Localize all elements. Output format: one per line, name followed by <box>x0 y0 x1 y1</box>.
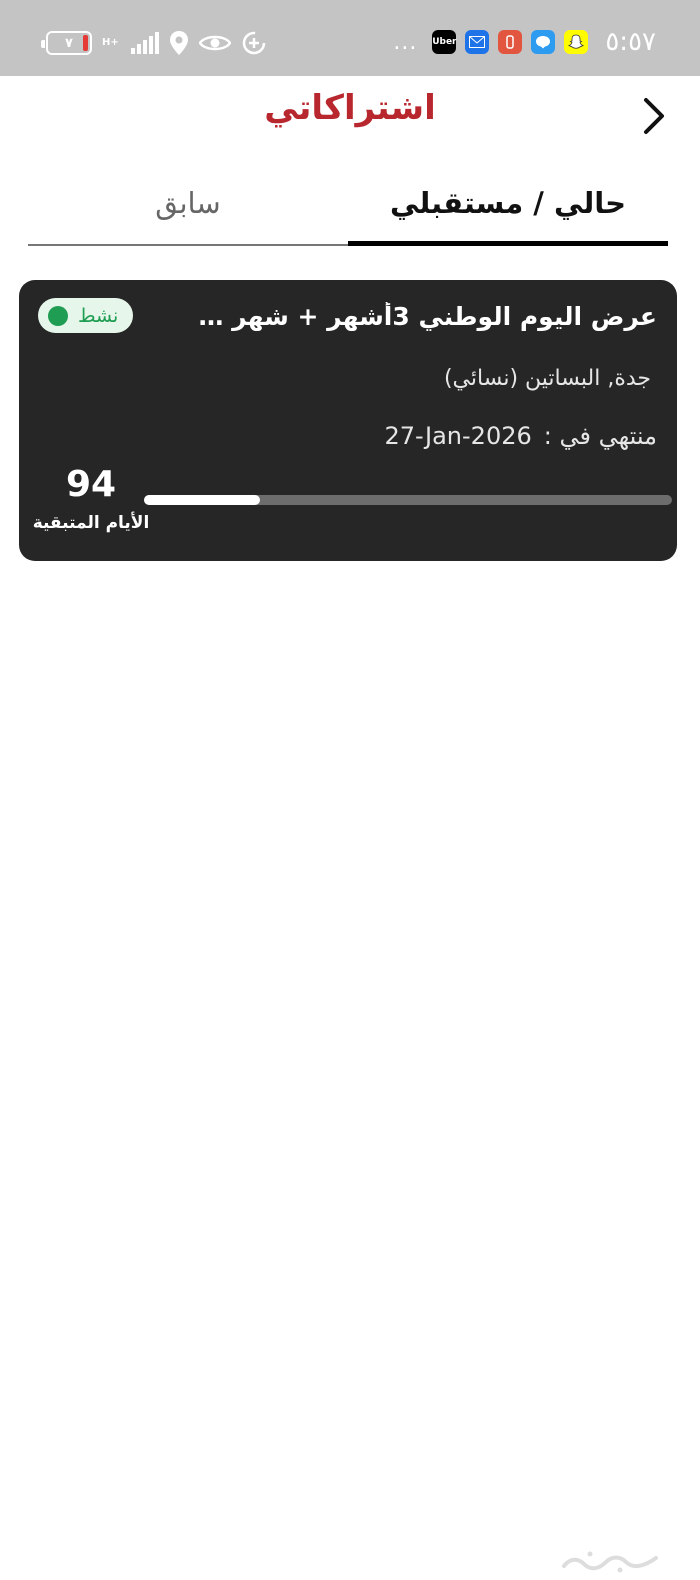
expiry-date: 27-Jan-2026 <box>384 422 532 450</box>
subscription-tabs: حالي / مستقبلي سابق <box>28 160 668 246</box>
days-remaining-label: الأيام المتبقية <box>32 513 150 533</box>
battery-icon: ٧ <box>41 31 92 55</box>
clock: ٥:٥٧ <box>605 27 656 57</box>
subscription-location: جدة, البساتين (نسائي) <box>443 366 651 391</box>
tab-current-future[interactable]: حالي / مستقبلي <box>348 160 668 246</box>
remaining-progress-bar <box>144 495 672 505</box>
tab-previous[interactable]: سابق <box>28 160 348 246</box>
subscription-title: عرض اليوم الوطني 3أشهر + شهر م... <box>197 302 657 331</box>
subscription-card[interactable]: عرض اليوم الوطني 3أشهر + شهر م... نشط جد… <box>19 280 677 561</box>
location-icon <box>169 31 188 55</box>
chevron-right-icon <box>644 98 664 134</box>
remaining-progress-fill <box>144 495 261 505</box>
page-title: اشتراكاتي <box>264 88 436 128</box>
notification-icon <box>498 30 523 54</box>
messages-icon <box>531 30 556 54</box>
days-remaining-count: 94 <box>65 464 117 505</box>
uber-icon: Uber <box>432 30 457 54</box>
expiry-row: منتهي في : 27-Jan-2026 <box>384 422 657 450</box>
signal-icon <box>130 32 159 54</box>
tab-label: حالي / مستقبلي <box>390 186 626 220</box>
tab-divider <box>28 244 348 246</box>
mail-icon <box>465 30 490 54</box>
status-label: نشط <box>78 304 119 327</box>
page-header: اشتراكاتي <box>0 76 700 156</box>
tab-label: سابق <box>155 186 221 220</box>
status-right-icons: ... Uber ٥:٥٧ <box>393 26 656 58</box>
status-badge: نشط <box>38 298 133 333</box>
battery-level: ٧ <box>65 35 73 51</box>
data-saver-icon <box>242 31 265 55</box>
expiry-label: منتهي في : <box>543 422 657 450</box>
snapchat-icon <box>564 30 589 54</box>
status-bar: ٧ H+ ... Uber ٥:٥٧ <box>0 0 700 76</box>
back-button[interactable] <box>638 96 668 136</box>
haraj-watermark-logo <box>562 1551 658 1573</box>
eye-icon <box>198 35 231 51</box>
active-tab-indicator <box>348 241 668 246</box>
status-dot-icon <box>48 305 68 326</box>
more-notifications-indicator: ... <box>393 29 418 55</box>
status-left-icons: ٧ H+ <box>41 28 267 58</box>
network-type: H+ <box>102 37 119 48</box>
